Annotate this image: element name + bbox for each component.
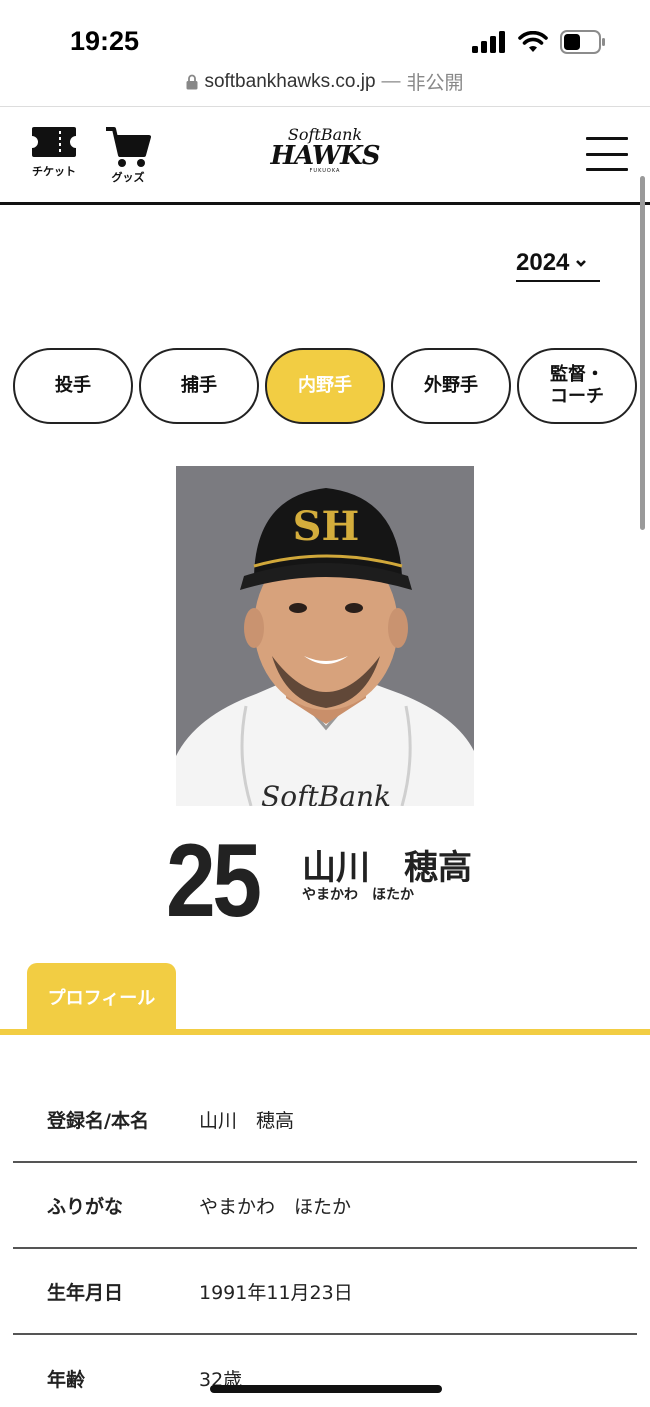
profile-table: 登録名/本名 山川 穂高 ふりがな やまかわ ほたか 生年月日 1991年11月…: [13, 1077, 637, 1407]
status-icons: [472, 30, 606, 54]
wifi-icon: [518, 31, 548, 52]
profile-tab-underline: [0, 1029, 650, 1035]
profile-value: 山川 穂高: [199, 1109, 295, 1132]
profile-row: ふりがな やまかわ ほたか: [13, 1163, 637, 1249]
tab-pitcher[interactable]: 投手: [13, 348, 133, 424]
goods-button[interactable]: グッズ: [104, 125, 152, 185]
chevron-down-icon: [576, 260, 587, 267]
ticket-label: チケット: [32, 165, 76, 178]
hawks-logo[interactable]: SoftBank HAWKS FUKUOKA: [270, 127, 380, 174]
status-bar: 19:25: [0, 0, 650, 70]
tab-infielder[interactable]: 内野手: [265, 348, 385, 424]
profile-label: 登録名/本名: [47, 1109, 149, 1132]
profile-label: 年齢: [47, 1368, 86, 1391]
signal-icon: [472, 31, 505, 53]
profile-row: 生年月日 1991年11月23日: [13, 1249, 637, 1335]
url-text: softbankhawks.co.jp: [204, 70, 376, 92]
tab-manager-coach[interactable]: 監督・ コーチ: [517, 348, 637, 424]
player-number: 25: [166, 823, 262, 939]
tab-catcher[interactable]: 捕手: [139, 348, 259, 424]
svg-text:SoftBank: SoftBank: [261, 780, 391, 806]
site-header: チケット グッズ SoftBank HAWKS FUKUOKA: [0, 107, 650, 205]
position-tabs: 投手 捕手 内野手 外野手 監督・ コーチ: [13, 348, 637, 424]
hamburger-menu-icon[interactable]: [586, 137, 628, 171]
profile-label: 生年月日: [47, 1281, 124, 1304]
player-name: 山川 穂高: [302, 848, 472, 888]
ticket-icon: [32, 127, 76, 157]
url-separator: —: [381, 70, 401, 92]
profile-row: 登録名/本名 山川 穂高: [13, 1077, 637, 1163]
battery-icon: [560, 30, 605, 54]
profile-row: 年齢 32歳: [13, 1335, 637, 1407]
profile-value: やまかわ ほたか: [199, 1195, 352, 1218]
year-value: 2024: [516, 249, 570, 276]
player-photo: SH SoftBank: [176, 466, 474, 806]
player-portrait-image: SH SoftBank: [176, 466, 474, 806]
profile-label: ふりがな: [47, 1195, 124, 1218]
private-label: 非公開: [406, 73, 464, 94]
ticket-button[interactable]: チケット: [30, 125, 78, 179]
status-time: 19:25: [70, 26, 140, 56]
home-indicator[interactable]: [210, 1385, 442, 1393]
svg-text:SH: SH: [293, 503, 360, 550]
goods-label: グッズ: [111, 171, 145, 184]
cart-icon: [106, 127, 151, 167]
tab-outfielder[interactable]: 外野手: [391, 348, 511, 424]
scroll-indicator[interactable]: [640, 176, 645, 530]
logo-main-text: HAWKS: [270, 141, 380, 171]
year-select[interactable]: 2024: [516, 246, 600, 282]
url-bar[interactable]: softbankhawks.co.jp — 非公開: [0, 68, 650, 95]
lock-icon: [186, 74, 198, 89]
player-name-kana: やまかわ ほたか: [302, 887, 414, 903]
tab-profile[interactable]: プロフィール: [27, 963, 176, 1031]
profile-value: 1991年11月23日: [199, 1281, 353, 1304]
